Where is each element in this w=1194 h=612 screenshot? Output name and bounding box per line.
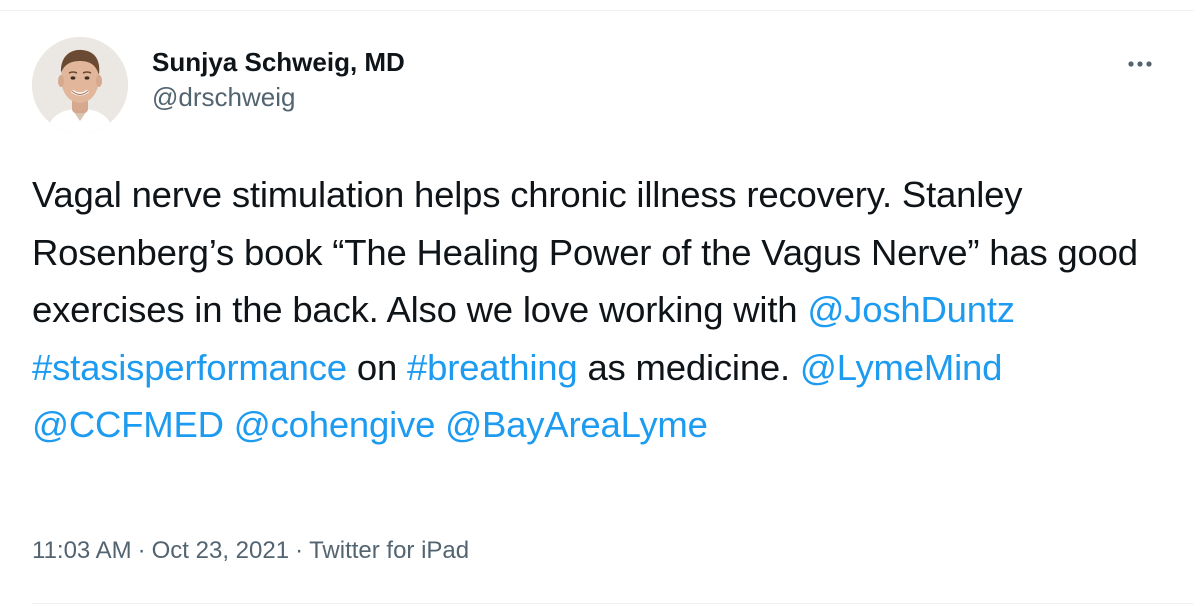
tweet-text-segment <box>224 404 234 445</box>
more-options-button[interactable] <box>1118 46 1162 82</box>
mention-link[interactable]: @LymeMind <box>800 347 1002 388</box>
author-display-name[interactable]: Sunjya Schweig, MD <box>152 44 405 80</box>
avatar-image <box>32 37 128 133</box>
mention-link[interactable]: @cohengive <box>234 404 436 445</box>
mention-link[interactable]: @CCFMED <box>32 404 224 445</box>
tweet-text: Vagal nerve stimulation helps chronic il… <box>32 166 1172 454</box>
author-handle[interactable]: @drschweig <box>152 80 405 114</box>
tweet-metadata: 11:03 AM · Oct 23, 2021 · Twitter for iPad <box>32 533 469 569</box>
tweet-date[interactable]: Oct 23, 2021 <box>152 537 289 564</box>
meta-separator: · <box>137 537 146 564</box>
tweet-text-segment: as medicine. <box>577 346 800 388</box>
bottom-divider <box>32 603 1194 604</box>
avatar[interactable] <box>32 37 128 133</box>
mention-link[interactable]: @JoshDuntz <box>807 289 1015 330</box>
more-horizontal-icon <box>1127 55 1153 73</box>
author-block: Sunjya Schweig, MD @drschweig <box>152 44 405 114</box>
tweet-text-segment <box>435 404 445 445</box>
hashtag-link[interactable]: #stasisperformance <box>32 347 347 388</box>
mention-link[interactable]: @BayAreaLyme <box>445 404 708 445</box>
tweet-time[interactable]: 11:03 AM <box>32 537 132 564</box>
tweet-source[interactable]: Twitter for iPad <box>309 537 469 564</box>
meta-separator: · <box>295 537 304 564</box>
hashtag-link[interactable]: #breathing <box>407 347 578 388</box>
tweet-text-segment: on <box>346 346 407 388</box>
top-divider <box>0 10 1194 11</box>
